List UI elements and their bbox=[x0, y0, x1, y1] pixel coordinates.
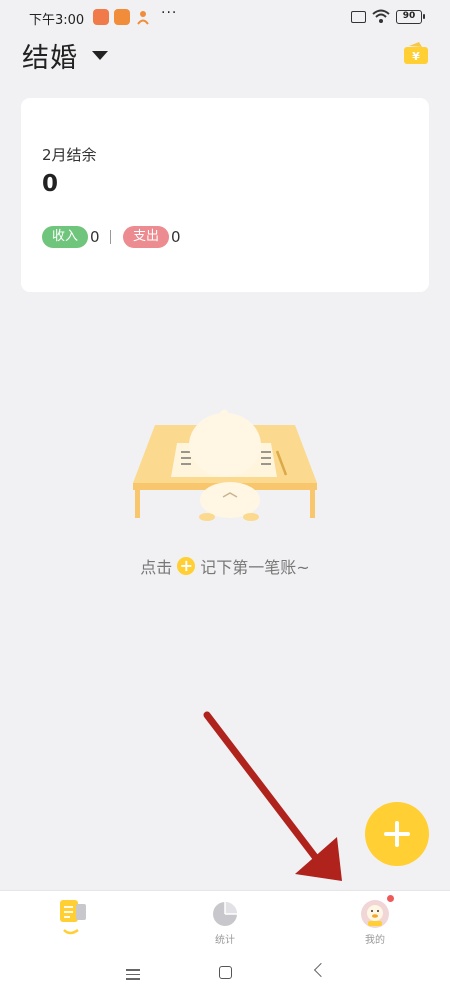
back-button[interactable] bbox=[313, 962, 329, 978]
notification-person-icon bbox=[137, 11, 149, 25]
home-button[interactable] bbox=[219, 966, 232, 979]
wallet-yen-symbol: ¥ bbox=[412, 50, 420, 63]
tab-stats[interactable]: 统计 bbox=[185, 891, 265, 949]
pie-chart-icon bbox=[213, 902, 237, 926]
system-nav-bar bbox=[0, 948, 450, 1000]
add-record-button[interactable] bbox=[365, 802, 429, 866]
notification-badge bbox=[387, 895, 394, 902]
notification-app-icon bbox=[93, 9, 109, 25]
no-sim-icon bbox=[351, 11, 366, 23]
plus-icon: + bbox=[177, 557, 196, 575]
divider bbox=[110, 230, 111, 244]
more-notifications-icon: ··· bbox=[161, 5, 178, 21]
expense-badge: 支出 bbox=[123, 226, 170, 248]
notebook-icon bbox=[60, 900, 86, 935]
duckling-at-desk-illustration bbox=[133, 409, 317, 521]
tab-stats-label: 统计 bbox=[215, 935, 235, 946]
empty-hint: 点击 + 记下第一笔账~ bbox=[0, 554, 450, 578]
hint-text-before: 点击 bbox=[140, 558, 173, 577]
hint-text-after: 记下第一笔账~ bbox=[200, 558, 310, 577]
tab-mine[interactable]: 我的 bbox=[335, 891, 415, 949]
balance-label: 2月结余 bbox=[42, 146, 97, 164]
wifi-icon bbox=[372, 9, 390, 23]
balance-value: 0 bbox=[42, 171, 59, 197]
bottom-nav: 统计 我的 bbox=[0, 890, 450, 948]
status-bar: 下午3:00 ··· 90 bbox=[0, 0, 450, 34]
expense-value: 0 bbox=[171, 228, 181, 246]
income-badge: 收入 bbox=[42, 226, 89, 248]
battery-icon: 90 bbox=[396, 10, 425, 24]
tab-bills[interactable] bbox=[30, 891, 110, 949]
app-screen: 下午3:00 ··· 90 结婚 ¥ 2月结余 0 收入 0 支出 0 点击 +… bbox=[0, 0, 450, 1000]
income-value: 0 bbox=[90, 228, 100, 246]
caret-down-icon bbox=[92, 51, 108, 60]
recent-apps-button[interactable] bbox=[126, 969, 140, 983]
book-selector[interactable]: 结婚 bbox=[22, 36, 108, 75]
monthly-summary-card[interactable]: 2月结余 0 收入 0 支出 0 bbox=[21, 98, 429, 292]
tab-mine-label: 我的 bbox=[365, 935, 385, 946]
status-time: 下午3:00 bbox=[29, 13, 85, 28]
book-title: 结婚 bbox=[22, 43, 78, 74]
duck-avatar-icon bbox=[361, 900, 389, 928]
notification-app-icon bbox=[114, 9, 130, 25]
wallet-yen-icon[interactable]: ¥ bbox=[403, 41, 429, 65]
